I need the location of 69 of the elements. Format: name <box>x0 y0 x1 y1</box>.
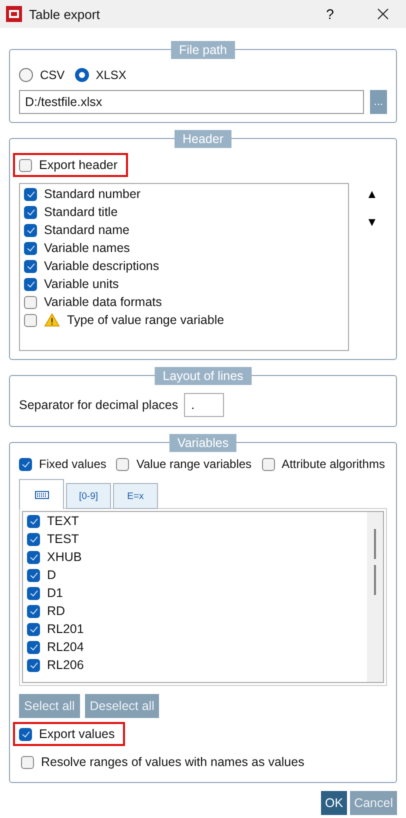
list-item-label: Standard title <box>44 205 118 219</box>
checkbox[interactable] <box>262 458 275 470</box>
checkbox[interactable] <box>19 458 32 470</box>
keyboard-icon <box>34 490 48 498</box>
list-item-label: Variable descriptions <box>44 259 160 273</box>
checkbox[interactable] <box>27 640 40 654</box>
checkbox[interactable] <box>27 586 40 600</box>
file-path-field[interactable]: D:/testfile.xlsx <box>19 90 364 114</box>
list-item-label: RL204 <box>47 640 84 654</box>
list-item-label: Variable units <box>44 277 119 291</box>
scrollbar[interactable] <box>367 512 383 682</box>
checkbox[interactable] <box>24 224 37 236</box>
checkbox[interactable] <box>116 458 130 470</box>
tab[interactable]: [0-9] <box>66 483 111 509</box>
checkbox[interactable] <box>27 550 40 564</box>
filter-label: Fixed values <box>39 457 106 471</box>
list-item-label: RL201 <box>47 622 84 636</box>
group-legend: Variables <box>169 434 237 452</box>
group-legend: Layout of lines <box>154 367 252 385</box>
option-label: Export header <box>39 158 118 172</box>
radio-button[interactable] <box>74 68 89 82</box>
checkbox[interactable] <box>24 206 37 218</box>
checkbox[interactable] <box>24 188 37 200</box>
checkbox[interactable] <box>24 296 37 308</box>
list-item-label: Variable names <box>44 241 130 255</box>
move-down-button[interactable]: ▼ <box>364 213 380 231</box>
radio-label: CSV <box>40 68 65 82</box>
group-legend: File path <box>171 41 235 59</box>
checkbox[interactable] <box>27 604 40 618</box>
checkbox[interactable] <box>27 514 40 528</box>
help-button[interactable]: ? <box>307 0 353 28</box>
list-item-label: Standard name <box>44 223 130 237</box>
radio-button[interactable] <box>19 68 33 82</box>
list-item-label: Variable data formats <box>44 295 162 309</box>
checkbox[interactable] <box>27 568 40 582</box>
close-icon <box>377 8 389 20</box>
tab[interactable] <box>19 479 64 509</box>
window-title: Table export <box>29 6 101 22</box>
checkbox[interactable] <box>24 242 37 254</box>
checkbox[interactable] <box>27 658 40 672</box>
checkbox[interactable] <box>21 756 34 768</box>
checkbox[interactable] <box>24 278 37 290</box>
group-legend: Header <box>174 130 232 148</box>
list-item-label: Type of value range variable <box>67 313 224 327</box>
app-logo-icon <box>6 6 22 22</box>
radio-label: XLSX <box>96 68 126 82</box>
list-item-label: TEXT <box>47 514 79 528</box>
option-label: Resolve ranges of values with names as values <box>41 755 304 769</box>
tab[interactable]: E=x <box>113 483 158 509</box>
list-item-label: RD <box>47 604 66 618</box>
option-label: Export values <box>39 727 115 741</box>
checkbox[interactable] <box>24 260 37 272</box>
filter-label: Attribute algorithms <box>282 457 385 471</box>
checkbox[interactable] <box>19 158 32 172</box>
list-item-label: XHUB <box>47 550 82 564</box>
list-item-label: D <box>47 568 56 582</box>
checkbox[interactable] <box>24 314 37 326</box>
list-item-label: RL206 <box>47 658 84 672</box>
checkbox[interactable] <box>27 532 40 546</box>
field-label: Separator for decimal places <box>19 398 178 412</box>
filter-label: Value range variables <box>136 457 252 471</box>
checkbox[interactable] <box>27 622 40 636</box>
list-item-label: TEST <box>47 532 79 546</box>
list-item-label: D1 <box>47 586 63 600</box>
ok-button[interactable]: OK <box>321 791 348 815</box>
separator-field[interactable]: . <box>184 393 224 417</box>
move-up-button[interactable]: ▲ <box>364 185 380 203</box>
list-item-label: Standard number <box>44 187 141 201</box>
checkbox[interactable] <box>19 728 32 740</box>
